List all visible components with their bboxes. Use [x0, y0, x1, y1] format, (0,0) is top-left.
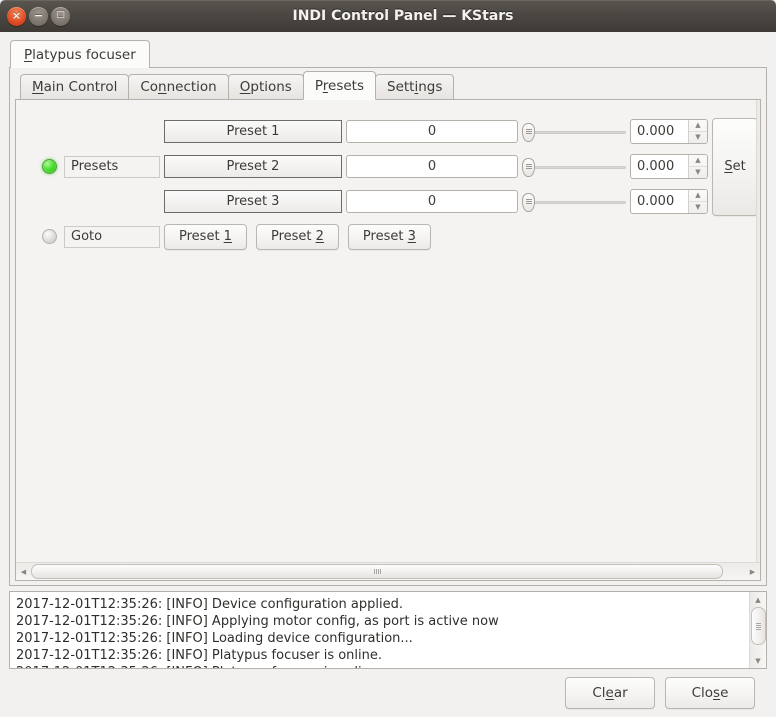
clear-button[interactable]: Clear: [565, 677, 655, 709]
slider-track: [532, 200, 626, 204]
content-vertical-scrollbar[interactable]: [756, 100, 760, 562]
preset-3-name-button[interactable]: Preset 3: [164, 190, 342, 213]
tab-connection[interactable]: Connection: [128, 74, 229, 100]
indi-control-panel-window: × − □ INDI Control Panel — KStars Platyp…: [0, 0, 776, 717]
tab-main-control[interactable]: Main Control: [20, 74, 130, 100]
close-icon: ×: [11, 9, 22, 22]
log-panel: 2017-12-01T12:35:26: [INFO] Device confi…: [9, 591, 767, 669]
tab-presets-label: Presets: [314, 77, 364, 94]
presets-status-led: [42, 159, 57, 174]
scroll-right-icon[interactable]: ▶: [746, 564, 759, 579]
preset-3-slider[interactable]: [522, 190, 626, 214]
slider-handle[interactable]: [522, 122, 535, 142]
dialog-footer: Clear Close: [9, 669, 767, 717]
goto-preset-1-button[interactable]: Preset 1: [164, 223, 247, 250]
goto-group-label: Goto: [64, 225, 160, 248]
spinner-arrows: ▲ ▼: [688, 190, 707, 213]
close-button-label: Close: [691, 685, 729, 701]
scroll-left-icon[interactable]: ◀: [17, 564, 30, 579]
slider-track: [532, 130, 626, 134]
device-tab-label: Platypus focuser: [24, 46, 136, 63]
preset-3-spinbox[interactable]: 0.000 ▲ ▼: [630, 189, 708, 214]
tab-options-label: Options: [239, 79, 292, 95]
maximize-icon: □: [56, 10, 65, 20]
slider-handle[interactable]: [522, 157, 535, 177]
log-line: 2017-12-01T12:35:26: [INFO] Platypus foc…: [16, 648, 383, 663]
tab-presets[interactable]: Presets: [302, 71, 376, 100]
spinner-up-icon[interactable]: ▲: [689, 155, 707, 167]
preset-1-name-button[interactable]: Preset 1: [164, 120, 342, 143]
log-vertical-scrollbar[interactable]: ▲ ▼: [749, 592, 766, 668]
preset-2-spinbox[interactable]: 0.000 ▲ ▼: [630, 154, 708, 179]
log-line: 2017-12-01T12:35:26: [INFO] Loading devi…: [16, 631, 413, 646]
log-scroll-down-icon[interactable]: ▼: [751, 654, 765, 667]
device-tab-platypus-focuser[interactable]: Platypus focuser: [10, 40, 150, 68]
preset-2-spin-value[interactable]: 0.000: [631, 155, 688, 178]
presets-form: Preset 1 0 0.000 ▲ ▼ Set Presets Preset …: [16, 100, 758, 562]
spinner-down-icon[interactable]: ▼: [689, 202, 707, 213]
maximize-window-button[interactable]: □: [51, 6, 70, 26]
goto-button-row: Preset 1 Preset 2 Preset 3: [164, 223, 756, 250]
spinner-down-icon[interactable]: ▼: [689, 167, 707, 178]
preset-1-slider[interactable]: [522, 120, 626, 144]
horizontal-scroll-thumb[interactable]: [31, 564, 723, 579]
clear-button-label: Clear: [592, 685, 628, 701]
device-panel: Main Control Connection Options Presets …: [9, 67, 767, 586]
goto-preset-1-label: Preset 1: [179, 229, 232, 244]
preset-1-spin-value[interactable]: 0.000: [631, 120, 688, 143]
goto-status-led: [42, 229, 57, 244]
goto-preset-3-button[interactable]: Preset 3: [347, 223, 431, 250]
property-tab-bar: Main Control Connection Options Presets …: [15, 71, 761, 100]
window-titlebar: × − □ INDI Control Panel — KStars: [0, 0, 776, 32]
minimize-window-button[interactable]: −: [29, 6, 48, 26]
log-scroll-thumb[interactable]: [750, 607, 766, 645]
presets-grid: Preset 1 0 0.000 ▲ ▼ Set Presets Preset …: [38, 114, 758, 254]
tab-connection-label: Connection: [140, 79, 217, 95]
tab-main-control-label: Main Control: [32, 79, 118, 95]
window-body: Platypus focuser Main Control Connection…: [0, 32, 776, 717]
spinner-down-icon[interactable]: ▼: [689, 132, 707, 143]
preset-3-value-field[interactable]: 0: [346, 190, 518, 213]
presets-content-panel: Preset 1 0 0.000 ▲ ▼ Set Presets Preset …: [15, 99, 761, 581]
preset-2-value-field[interactable]: 0: [346, 155, 518, 178]
slider-handle[interactable]: [522, 192, 535, 212]
close-window-button[interactable]: ×: [7, 6, 26, 26]
window-controls: × − □: [0, 6, 70, 26]
content-horizontal-scrollbar[interactable]: ◀ ▶: [16, 562, 760, 580]
tab-settings-label: Settings: [387, 79, 443, 95]
log-line: 2017-12-01T12:35:26: [INFO] Platypus foc…: [16, 664, 743, 668]
log-line: 2017-12-01T12:35:26: [INFO] Device confi…: [16, 597, 403, 612]
preset-2-name-button[interactable]: Preset 2: [164, 155, 342, 178]
preset-1-value-field[interactable]: 0: [346, 120, 518, 143]
log-text-area[interactable]: 2017-12-01T12:35:26: [INFO] Device confi…: [10, 592, 749, 668]
window-title-text: INDI Control Panel — KStars: [292, 8, 514, 24]
goto-preset-3-label: Preset 3: [362, 229, 416, 244]
device-tab-bar: Platypus focuser: [10, 40, 767, 68]
tab-settings[interactable]: Settings: [375, 74, 455, 100]
presets-scroll-area: Preset 1 0 0.000 ▲ ▼ Set Presets Preset …: [16, 100, 760, 562]
preset-1-spinbox[interactable]: 0.000 ▲ ▼: [630, 119, 708, 144]
log-scroll-up-icon[interactable]: ▲: [751, 593, 765, 606]
spinner-arrows: ▲ ▼: [688, 120, 707, 143]
goto-preset-2-label: Preset 2: [270, 229, 324, 244]
close-button[interactable]: Close: [665, 677, 755, 709]
slider-track: [532, 165, 626, 169]
presets-group-label: Presets: [64, 155, 160, 178]
preset-3-spin-value[interactable]: 0.000: [631, 190, 688, 213]
log-line: 2017-12-01T12:35:26: [INFO] Applying mot…: [16, 614, 499, 629]
goto-preset-2-button[interactable]: Preset 2: [255, 223, 339, 250]
set-button[interactable]: Set: [712, 117, 758, 216]
tab-options[interactable]: Options: [227, 74, 304, 100]
preset-2-slider[interactable]: [522, 155, 626, 179]
spinner-arrows: ▲ ▼: [688, 155, 707, 178]
spinner-up-icon[interactable]: ▲: [689, 190, 707, 202]
spinner-up-icon[interactable]: ▲: [689, 120, 707, 132]
minimize-icon: −: [33, 9, 44, 22]
window-title: INDI Control Panel — KStars: [0, 8, 776, 24]
set-button-label: Set: [724, 159, 746, 174]
